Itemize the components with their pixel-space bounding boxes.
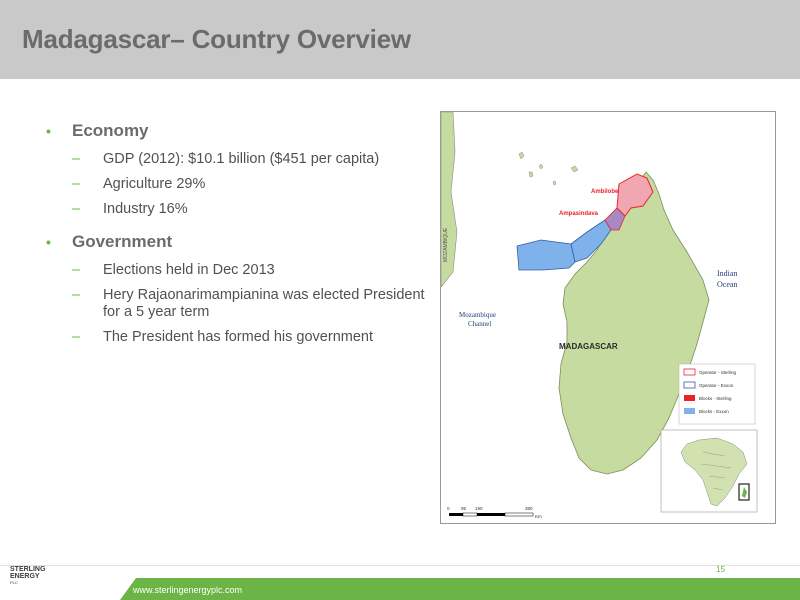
indian-ocean-label-1: Indian (717, 269, 737, 278)
madagascar-map: Ambilobe Ampasindava MOZAMBIQUE Indian O… (440, 111, 776, 524)
list-item-text: Industry 16% (103, 201, 188, 217)
logo-line-3: PLC (10, 580, 18, 585)
madagascar-label: MADAGASCAR (559, 342, 618, 351)
dash-icon: – (72, 151, 81, 167)
scale-bar-white (462, 512, 478, 517)
scale-label: 0 (447, 506, 450, 511)
list-item: – Elections held in Dec 2013 (46, 262, 426, 279)
ambilobe-label: Ambilobe (591, 189, 619, 195)
dash-icon: – (72, 201, 81, 217)
list-item: – Industry 16% (46, 201, 426, 218)
footer-url[interactable]: www.sterlingenergyplc.com (133, 585, 242, 595)
scale-bar-black (449, 513, 463, 516)
footer-divider (0, 565, 800, 566)
list-item: – The President has formed his government (46, 329, 426, 346)
indian-ocean-label-2: Ocean (717, 280, 737, 289)
economy-section: • Economy – GDP (2012): $10.1 billion ($4… (46, 118, 426, 218)
legend-label: Blocks - Exxon (699, 409, 729, 414)
map-graphic: Ambilobe Ampasindava MOZAMBIQUE Indian O… (441, 112, 758, 519)
legend-swatch-sterling-operator (683, 368, 696, 376)
bullet-icon: • (46, 123, 51, 139)
list-item-text: GDP (2012): $10.1 billion ($451 per capi… (103, 151, 380, 167)
mayotte-island (570, 165, 579, 173)
list-item-text: Agriculture 29% (103, 176, 206, 192)
scale-bar-white-2 (504, 512, 534, 517)
government-list: – Elections held in Dec 2013 – Hery Rajaon… (46, 262, 426, 346)
scale-label: 190 (475, 506, 483, 511)
ampasindava-label: Ampasindava (559, 211, 599, 217)
economy-heading-text: Economy (72, 121, 149, 140)
list-item-text: Hery Rajaonarimampianina was elected Pre… (103, 287, 425, 320)
legend-swatch-sterling-blocks (684, 395, 695, 401)
dash-icon: – (72, 176, 81, 192)
legend-label: Operator - Sterling (699, 370, 737, 375)
list-item: – Agriculture 29% (46, 176, 426, 193)
list-item: – GDP (2012): $10.1 billion ($451 per cap… (46, 151, 426, 168)
page-title: Madagascar– Country Overview (22, 24, 411, 54)
legend-label: Operator - Exxon (699, 383, 734, 388)
footer-band (120, 578, 800, 600)
legend-swatch-exxon-blocks (684, 408, 695, 414)
bullet-icon: • (46, 234, 51, 250)
dash-icon: – (72, 329, 81, 345)
mozambique-channel-label-1: Mozambique (459, 311, 496, 319)
government-heading: • Government (46, 229, 426, 255)
list-item-text: The President has formed his government (103, 329, 373, 345)
logo-line-1: STERLING (10, 566, 46, 573)
mozambique-label: MOZAMBIQUE (443, 227, 449, 262)
madagascar-land (558, 171, 710, 475)
legend-label: Blocks - Sterling (699, 396, 732, 401)
exxon-block-west (516, 239, 576, 271)
scale-bar-black-2 (477, 513, 505, 516)
slide-content: • Economy – GDP (2012): $10.1 billion ($4… (46, 118, 426, 354)
legend-swatch-exxon-operator (683, 381, 696, 389)
economy-heading: • Economy (46, 118, 426, 144)
scale-unit: Km (535, 514, 542, 519)
government-section: • Government – Elections held in Dec 2013… (46, 229, 426, 346)
dash-icon: – (72, 262, 81, 278)
government-heading-text: Government (72, 232, 173, 251)
list-item-text: Elections held in Dec 2013 (103, 262, 275, 278)
economy-list: – GDP (2012): $10.1 billion ($451 per cap… (46, 151, 426, 218)
comoros-islands (518, 151, 557, 186)
scale-label: 95 (461, 506, 467, 511)
mozambique-channel-label-2: Channel (468, 320, 491, 328)
scale-label: 380 (525, 506, 533, 511)
list-item: – Hery Rajaonarimampianina was elected Pr… (46, 287, 426, 321)
dash-icon: – (72, 287, 81, 303)
logo-line-2: ENERGY (10, 573, 40, 580)
page-number: 15 (716, 565, 725, 574)
company-logo: STERLING ENERGY PLC (10, 566, 70, 594)
